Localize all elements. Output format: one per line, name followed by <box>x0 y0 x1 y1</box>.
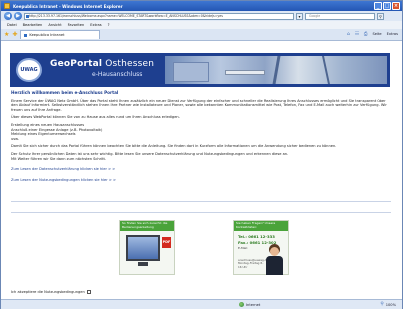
window-controls: _ □ × <box>374 2 400 10</box>
command-bar: ⌂ ☷ ⎙ Seite Extras <box>347 31 398 38</box>
address-dropdown-button[interactable]: ▾ <box>296 12 303 20</box>
print-icon[interactable]: ⎙ <box>364 31 368 37</box>
manual-card-heading: So finden Sie sich zurecht: die Bedienun… <box>120 221 174 231</box>
address-toolbar: ◀ ▶ http://213.33.97.161/eanschluss/Welc… <box>1 11 402 21</box>
next-step-paragraph: Mit Weiter führen wir Sie dann zum nächs… <box>11 156 107 161</box>
zone-label: Internet <box>246 302 261 307</box>
intro-paragraph: Einem Service der ÜWAG Netz GmbH. Über d… <box>11 98 387 112</box>
terms-checkbox[interactable] <box>86 290 91 294</box>
tab-bar: ★ ✚ Keepublica Intranet ⌂ ☷ ⎙ Seite Extr… <box>1 29 402 41</box>
contact-card: Sie haben Fragen? Unsere Kontaktdaten: T… <box>233 220 289 275</box>
contact-phone: Tel.: 0661 12-333 <box>238 234 275 239</box>
menu-tools[interactable]: Extras <box>90 23 101 27</box>
contact-card-heading: Sie haben Fragen? Unsere Kontaktdaten: <box>234 221 288 231</box>
maximize-button[interactable]: □ <box>383 2 391 10</box>
zoom-icon: ⚲ <box>380 302 384 307</box>
banner-subtitle: e-Hausanschluss <box>92 71 143 78</box>
title-bar: Keepublica Intranet - Windows Internet E… <box>1 1 402 11</box>
contact-email-label: E-Mail: <box>238 246 249 250</box>
search-input[interactable]: Google <box>305 12 375 20</box>
ie-icon <box>4 3 10 9</box>
page-content: UWAG GeoPortal Osthessen e-Hausanschluss… <box>1 41 402 299</box>
back-button[interactable]: ◀ <box>4 12 12 20</box>
add-favorite-icon[interactable]: ✚ <box>12 31 17 38</box>
home-icon[interactable]: ⌂ <box>347 32 350 37</box>
banner-title: GeoPortal Osthessen <box>50 59 154 69</box>
tab-active[interactable]: Keepublica Intranet <box>20 30 101 39</box>
building-graphic <box>173 62 209 82</box>
contact-fax: Fax.: 0661 12-302 <box>238 240 277 245</box>
feeds-icon[interactable]: ☷ <box>355 32 359 37</box>
intro-paragraph-2: Über dieses WebPortal können Sie von zu … <box>11 115 180 120</box>
monitor-image <box>126 235 160 261</box>
browser-window: Keepublica Intranet - Windows Internet E… <box>0 0 403 309</box>
globe-icon <box>239 302 244 307</box>
zoom-level: 100% <box>385 302 396 307</box>
menu-view[interactable]: Ansicht <box>48 23 61 27</box>
tab-favicon <box>24 33 28 37</box>
support-agent-photo <box>264 247 284 275</box>
tools-menu[interactable]: Extras <box>387 32 398 36</box>
forward-button[interactable]: ▶ <box>14 12 22 20</box>
manual-card[interactable]: So finden Sie sich zurecht: die Bedienun… <box>119 220 175 275</box>
security-zone: Internet <box>239 302 260 307</box>
step-4: usw. <box>11 136 19 141</box>
minimize-button[interactable]: _ <box>374 2 382 10</box>
menu-file[interactable]: Datei <box>7 23 17 27</box>
banner-photo <box>165 56 387 84</box>
zoom-control[interactable]: ⚲ 100% <box>380 302 396 307</box>
agent-head <box>270 247 279 256</box>
banner-title-light: Osthessen <box>102 59 155 69</box>
menu-edit[interactable]: Bearbeiten <box>23 23 43 27</box>
terms-checkbox-label: Ich akzeptiere die Nutzungsbedingungen <box>11 290 85 294</box>
terms-checkbox-row: Ich akzeptiere die Nutzungsbedingungen <box>11 290 91 294</box>
menu-bar: Datei Bearbeiten Ansicht Favoriten Extra… <box>1 21 402 29</box>
privacy-link[interactable]: Zum Lesen der Datenschutzerklärung klick… <box>11 167 391 172</box>
window-title: Keepublica Intranet - Windows Internet E… <box>13 3 123 9</box>
close-button[interactable]: × <box>392 2 400 10</box>
page-menu[interactable]: Seite <box>373 32 382 36</box>
banner-title-bold: GeoPortal <box>50 59 103 69</box>
welcome-text: Herzlich willkommen beim e-Anschluss Por… <box>11 90 391 183</box>
monitor-stand <box>138 262 148 266</box>
agent-body <box>266 256 283 275</box>
status-bar: Internet ⚲ 100% <box>1 299 402 309</box>
pipe-graphic <box>225 70 265 75</box>
page-heading: Herzlich willkommen beim e-Anschluss Por… <box>11 90 119 95</box>
portal-banner: UWAG GeoPortal Osthessen e-Hausanschluss <box>10 53 390 87</box>
address-input[interactable]: http://213.33.97.161/eanschluss/Welcome.… <box>24 12 294 20</box>
tab-label: Keepublica Intranet <box>29 33 65 37</box>
favorites-star-icon[interactable]: ★ <box>4 31 9 38</box>
terms-link[interactable]: Zum Lesen der Nutzungsbedingungen klicke… <box>11 178 391 183</box>
page-favicon <box>26 14 29 18</box>
contact-note: anschluss@uewag.de Montag–Freitag 8–16 U… <box>238 258 269 269</box>
menu-help[interactable]: ? <box>108 23 110 27</box>
pdf-icon[interactable]: PDF <box>162 237 171 248</box>
url-text: http://213.33.97.161/eanschluss/Welcome.… <box>29 13 223 18</box>
pole-graphic-2 <box>322 56 330 84</box>
guide-paragraph: Damit Sie sich sicher durch das Portal f… <box>11 144 337 149</box>
uewag-logo: UWAG <box>16 58 42 82</box>
search-icon[interactable]: ⚲ <box>377 12 384 20</box>
divider <box>11 201 391 202</box>
pole-graphic <box>272 56 281 84</box>
divider <box>11 212 391 213</box>
menu-favorites[interactable]: Favoriten <box>68 23 85 27</box>
